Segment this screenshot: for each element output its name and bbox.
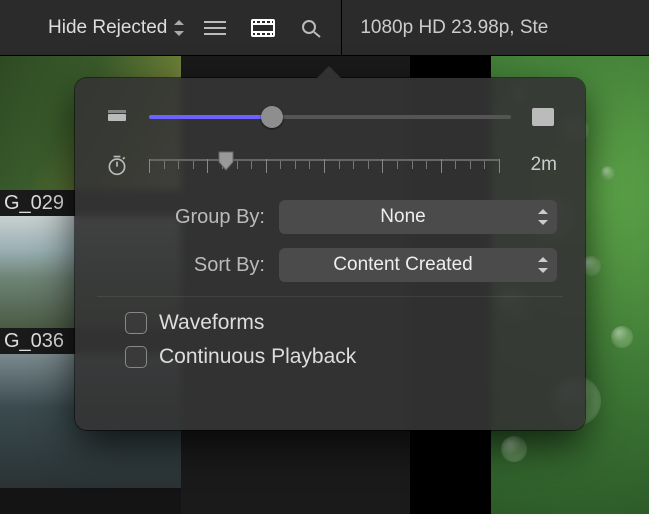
clip-appearance-popover: 2m Group By: None Sort By: Content Creat…: [75, 78, 585, 430]
clip-duration-slider-row: 2m: [103, 152, 557, 178]
clip-duration-value: 2m: [517, 154, 557, 176]
checkbox-icon: [125, 346, 147, 368]
group-by-label: Group By:: [103, 206, 279, 229]
sort-by-label: Sort By:: [103, 254, 279, 277]
waveforms-checkbox-row[interactable]: Waveforms: [125, 311, 557, 335]
popover-separator: [97, 296, 563, 297]
updown-icon: [173, 20, 185, 36]
format-info-label[interactable]: 1080p HD 23.98p, Ste: [348, 17, 554, 39]
clip-small-icon: [103, 106, 131, 128]
browser-toolbar: Hide Rejected 1080p HD 23.98p, Ste: [0, 0, 649, 56]
clip-filter-dropdown[interactable]: Hide Rejected: [42, 13, 191, 43]
clip-height-slider[interactable]: [149, 104, 511, 130]
updown-icon: [537, 209, 549, 225]
sort-by-row: Sort By: Content Created: [103, 248, 557, 282]
stopwatch-icon: [103, 154, 131, 176]
sort-by-value: Content Created: [333, 254, 472, 276]
toolbar-divider: [341, 0, 342, 56]
clip-large-icon: [529, 106, 557, 128]
updown-icon: [537, 257, 549, 273]
group-by-row: Group By: None: [103, 200, 557, 234]
clip-filter-label: Hide Rejected: [48, 17, 167, 39]
checkbox-icon: [125, 312, 147, 334]
filmstrip-view-button[interactable]: [239, 0, 287, 56]
clip-height-slider-row: [103, 104, 557, 130]
continuous-playback-checkbox-row[interactable]: Continuous Playback: [125, 345, 557, 369]
group-by-value: None: [380, 206, 425, 228]
search-button[interactable]: [287, 0, 335, 56]
clip-duration-slider[interactable]: [149, 152, 499, 178]
list-view-button[interactable]: [191, 0, 239, 56]
sort-by-select[interactable]: Content Created: [279, 248, 557, 282]
continuous-playback-label: Continuous Playback: [159, 345, 356, 369]
group-by-select[interactable]: None: [279, 200, 557, 234]
waveforms-label: Waveforms: [159, 311, 264, 335]
